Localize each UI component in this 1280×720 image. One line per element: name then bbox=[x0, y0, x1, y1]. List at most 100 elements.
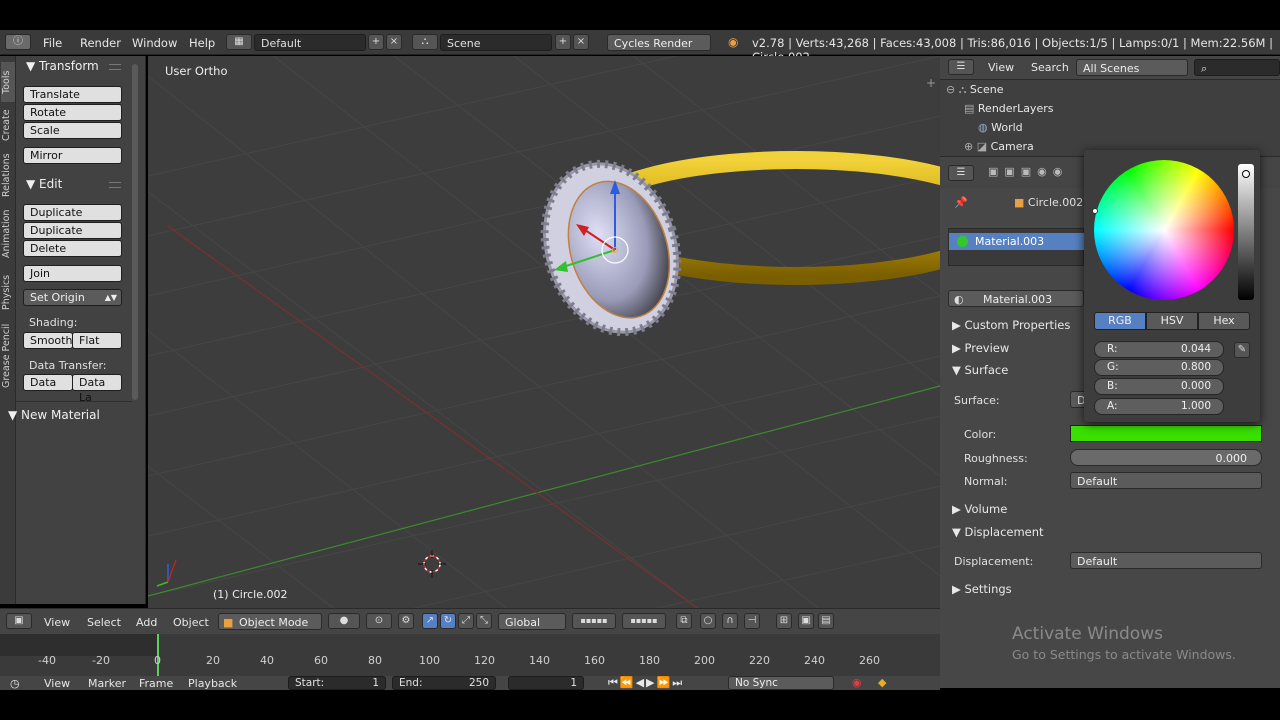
record-icon[interactable]: ◉ bbox=[852, 676, 862, 689]
normal-dropdown[interactable]: Default bbox=[1070, 472, 1262, 489]
smooth-button[interactable]: Smooth bbox=[23, 332, 73, 349]
tab-relations[interactable]: Relations bbox=[1, 148, 15, 202]
scene-field[interactable]: Scene bbox=[440, 34, 552, 51]
settings-panel[interactable]: ▶ Settings bbox=[952, 582, 1012, 596]
editor-type-button[interactable]: ☰ bbox=[948, 165, 974, 181]
editor-type-button[interactable]: ▣ bbox=[6, 613, 32, 629]
tab-grease-pencil[interactable]: Grease Pencil bbox=[1, 320, 15, 392]
custom-properties-panel[interactable]: ▶ Custom Properties bbox=[952, 318, 1070, 332]
timeline-menu-marker[interactable]: Marker bbox=[88, 677, 126, 690]
outliner-search-input[interactable]: ⌕ bbox=[1194, 59, 1280, 76]
menu-window[interactable]: Window bbox=[132, 36, 177, 50]
outliner[interactable]: ⊖ ⛬ Scene ▤ RenderLayers ◍ World ⊕ ◪ Cam… bbox=[940, 80, 1280, 156]
properties-context-tabs[interactable]: ▣▣▣◉◉ bbox=[988, 165, 1068, 178]
color-swatch[interactable] bbox=[1070, 425, 1262, 442]
menu-view[interactable]: View bbox=[44, 616, 70, 629]
a-field[interactable]: A: 1.000 bbox=[1094, 398, 1224, 415]
lock-layers-icon[interactable]: ⧉ bbox=[676, 613, 692, 629]
opengl-anim-icon[interactable]: ▤ bbox=[818, 613, 834, 629]
value-slider-handle[interactable] bbox=[1242, 170, 1250, 178]
menu-add[interactable]: Add bbox=[136, 616, 157, 629]
material-datablock-field[interactable]: ◐ Material.003 bbox=[948, 290, 1084, 307]
duplicate-linked-button[interactable]: Duplicate Linked bbox=[23, 222, 122, 252]
outliner-filter-dropdown[interactable]: All Scenes bbox=[1076, 59, 1188, 76]
flat-button[interactable]: Flat bbox=[72, 332, 122, 349]
layers-grid-1[interactable]: ▪▪▪▪▪ bbox=[572, 613, 616, 629]
playback-controls-icon[interactable]: ⏮⏪◀▶⏩⏭ bbox=[608, 676, 684, 690]
pivot-point-icon[interactable]: ⊙ bbox=[366, 613, 392, 629]
layers-grid-2[interactable]: ▪▪▪▪▪ bbox=[622, 613, 666, 629]
surface-panel[interactable]: ▼ Surface bbox=[952, 363, 1008, 377]
toolshelf-scrollbar[interactable] bbox=[132, 64, 138, 400]
menu-render[interactable]: Render bbox=[80, 36, 121, 50]
g-field[interactable]: G: 0.800 bbox=[1094, 359, 1224, 376]
outliner-item-scene[interactable]: ⊖ ⛬ Scene bbox=[946, 83, 1003, 97]
transform-panel-header[interactable]: ▼ Transform bbox=[26, 59, 99, 73]
scale-button[interactable]: Scale bbox=[23, 122, 122, 139]
rotate-button[interactable]: Rotate bbox=[23, 104, 122, 121]
tab-physics[interactable]: Physics bbox=[1, 268, 15, 316]
editor-type-button[interactable]: ☰ bbox=[948, 59, 974, 75]
pin-icon[interactable]: 📌 bbox=[954, 196, 968, 209]
add-layout-icon[interactable]: + bbox=[368, 34, 384, 50]
expand-properties-icon[interactable]: + bbox=[926, 76, 936, 90]
outliner-menu-view[interactable]: View bbox=[988, 61, 1014, 74]
sync-dropdown[interactable]: No Sync bbox=[728, 676, 834, 690]
join-button[interactable]: Join bbox=[23, 265, 122, 282]
viewport-shading-icon[interactable]: ● bbox=[328, 613, 360, 629]
material-slot-row[interactable]: Material.003 bbox=[949, 233, 1085, 250]
proportional-edit-icon[interactable]: ○ bbox=[700, 613, 716, 629]
hsv-mode-button[interactable]: HSV bbox=[1146, 312, 1198, 330]
editor-type-icon[interactable]: ◷ bbox=[10, 677, 20, 690]
displacement-panel[interactable]: ▼ Displacement bbox=[952, 525, 1044, 539]
custom-manipulator-icon[interactable]: ⤡ bbox=[476, 613, 492, 629]
material-slot-list[interactable]: Material.003 bbox=[948, 228, 1085, 266]
menu-object[interactable]: Object bbox=[173, 616, 209, 629]
snap-element-icon[interactable]: ⊣ bbox=[744, 613, 760, 629]
volume-panel[interactable]: ▶ Volume bbox=[952, 502, 1007, 516]
data-button[interactable]: Data bbox=[23, 374, 73, 391]
render-preview-icon[interactable]: ⊞ bbox=[776, 613, 792, 629]
tab-animation[interactable]: Animation bbox=[1, 204, 15, 264]
rotate-manipulator-icon[interactable]: ↻ bbox=[440, 613, 456, 629]
roughness-slider[interactable]: 0.000 bbox=[1070, 449, 1262, 466]
menu-file[interactable]: File bbox=[43, 36, 62, 50]
timeline-menu-playback[interactable]: Playback bbox=[188, 677, 237, 690]
current-frame-field[interactable]: 1 bbox=[508, 676, 584, 690]
mirror-button[interactable]: Mirror bbox=[23, 147, 122, 164]
outliner-item-camera[interactable]: ⊕ ◪ Camera bbox=[964, 140, 1034, 153]
outliner-item-world[interactable]: ◍ World bbox=[978, 121, 1023, 134]
rgb-mode-button[interactable]: RGB bbox=[1094, 312, 1146, 330]
edit-panel-header[interactable]: ▼ Edit bbox=[26, 177, 62, 191]
timeline-menu-view[interactable]: View bbox=[44, 677, 70, 690]
end-frame-field[interactable]: End: 250 bbox=[392, 676, 496, 690]
3d-viewport[interactable]: User Ortho (1) Circle.002 + bbox=[148, 56, 940, 608]
outliner-menu-search[interactable]: Search bbox=[1031, 61, 1069, 74]
b-field[interactable]: B: 0.000 bbox=[1094, 378, 1224, 395]
hex-mode-button[interactable]: Hex bbox=[1198, 312, 1250, 330]
preview-panel[interactable]: ▶ Preview bbox=[952, 341, 1009, 355]
opengl-render-icon[interactable]: ▣ bbox=[798, 613, 814, 629]
eyedropper-icon[interactable]: ✎ bbox=[1234, 342, 1250, 358]
layout-field[interactable]: Default bbox=[254, 34, 366, 51]
keyframe-icon[interactable]: ◆ bbox=[878, 676, 886, 689]
menu-select[interactable]: Select bbox=[87, 616, 121, 629]
manipulator-toggle-icon[interactable]: ⚙ bbox=[398, 613, 414, 629]
add-scene-icon[interactable]: + bbox=[555, 34, 571, 50]
displacement-dropdown[interactable]: Default bbox=[1070, 552, 1262, 569]
editor-type-button[interactable]: ⓘ bbox=[5, 34, 31, 50]
menu-help[interactable]: Help bbox=[189, 36, 215, 50]
delete-button[interactable]: Delete bbox=[23, 240, 122, 257]
orientation-dropdown[interactable]: Global bbox=[498, 613, 566, 630]
layout-icon[interactable]: ▦ bbox=[226, 34, 252, 50]
translate-manipulator-icon[interactable]: ↗ bbox=[422, 613, 438, 629]
timeline[interactable]: -40 -20 0 20 40 60 80 100 120 140 160 18… bbox=[0, 634, 940, 676]
snap-toggle-icon[interactable]: ∩ bbox=[722, 613, 738, 629]
data-layout-button[interactable]: Data La bbox=[72, 374, 122, 404]
mode-dropdown[interactable]: ■ Object Mode bbox=[218, 613, 322, 630]
color-wheel-cursor[interactable] bbox=[1092, 208, 1098, 214]
outliner-item-renderlayers[interactable]: ▤ RenderLayers bbox=[964, 102, 1053, 115]
value-slider[interactable] bbox=[1238, 164, 1254, 300]
render-engine-dropdown[interactable]: Cycles Render bbox=[607, 34, 711, 51]
drag-handle-icon[interactable] bbox=[109, 64, 121, 70]
